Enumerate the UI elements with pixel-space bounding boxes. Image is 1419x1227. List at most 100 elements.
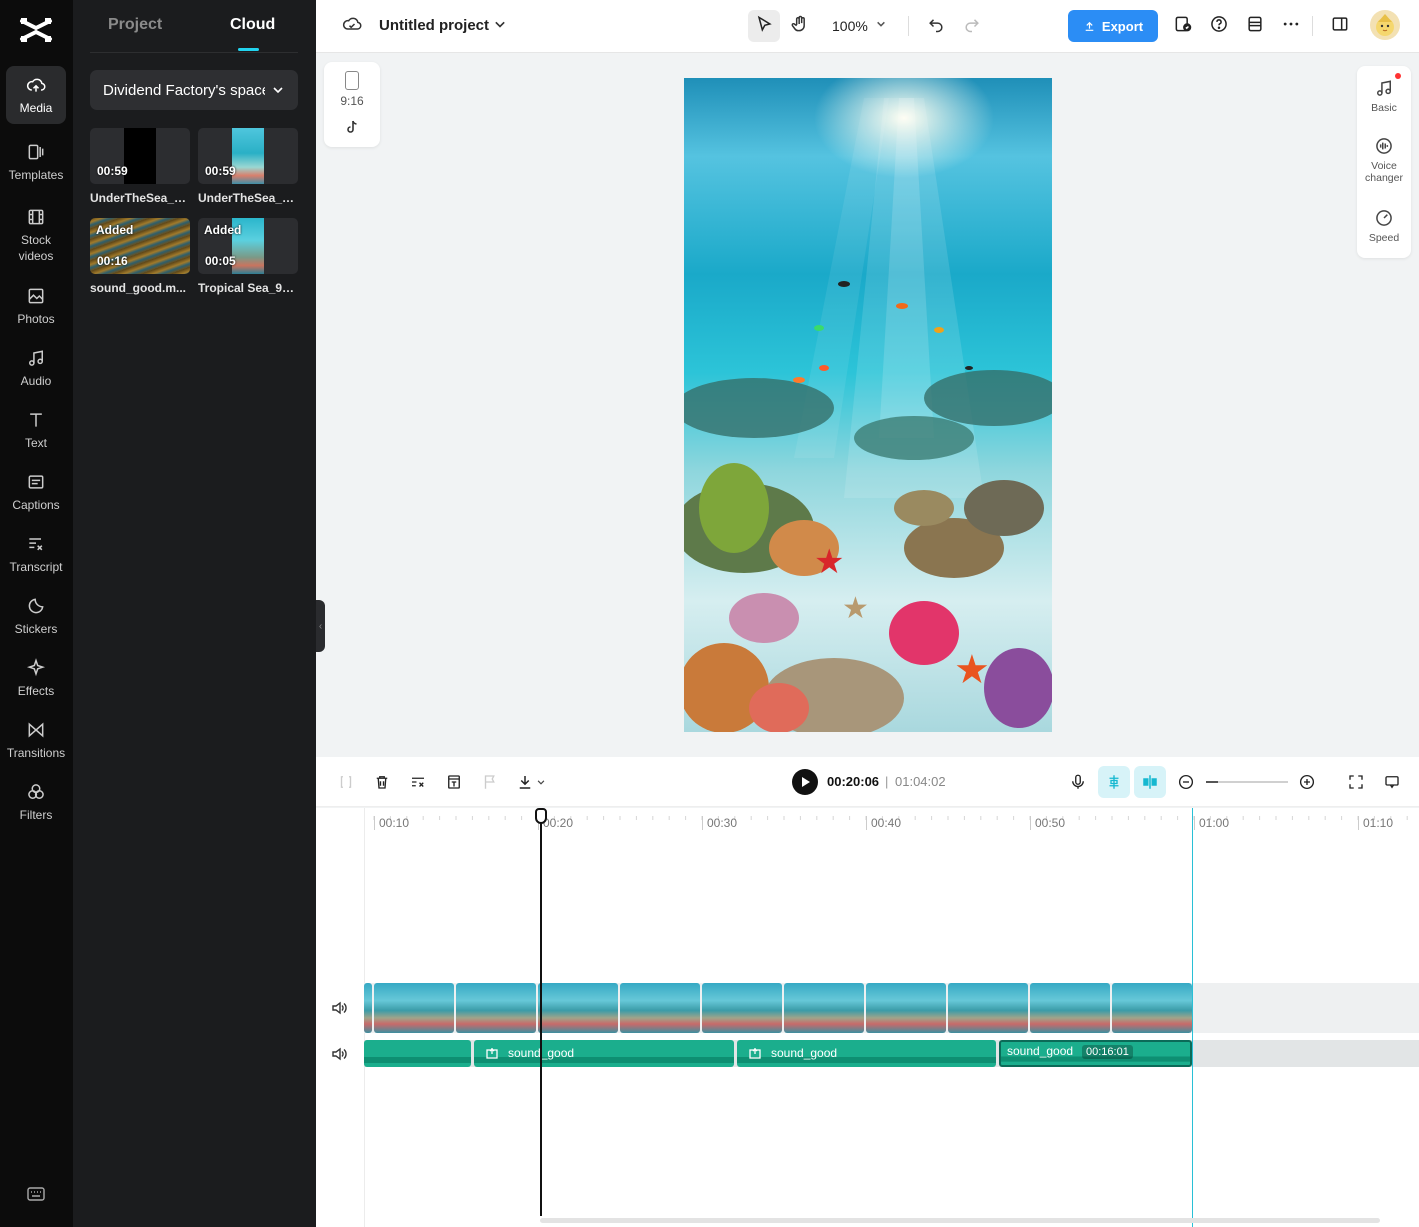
media-item[interactable]: Added 00:05 Tropical Sea_91...: [198, 218, 298, 295]
tab-project[interactable]: Project: [108, 16, 162, 34]
media-thumbnail[interactable]: Added 00:16: [90, 218, 190, 274]
media-item[interactable]: 00:59 UnderTheSea_9...: [198, 128, 298, 205]
track-volume-icon[interactable]: [331, 1046, 347, 1062]
rail-item-media[interactable]: Media: [6, 66, 66, 124]
filters-icon: [28, 783, 44, 799]
capcut-logo-icon[interactable]: [18, 14, 54, 46]
rail-label: Media: [19, 100, 53, 115]
video-frame-thumbnail: [374, 983, 454, 1033]
rail-item-effects[interactable]: Effects: [6, 649, 66, 707]
split-icon[interactable]: [336, 772, 356, 792]
timeline-zoom-slider[interactable]: [1206, 781, 1288, 783]
video-frame-thumbnail: [866, 983, 946, 1033]
svg-text:★: ★: [954, 647, 990, 693]
chevron-down-icon[interactable]: [534, 772, 548, 792]
microphone-icon[interactable]: [1068, 772, 1088, 792]
hand-pan-icon[interactable]: [789, 13, 811, 35]
video-frame-thumbnail: [538, 983, 618, 1033]
rail-item-stickers[interactable]: Stickers: [6, 587, 66, 645]
time-separator: |: [885, 774, 889, 789]
video-clip[interactable]: [364, 983, 1192, 1033]
tool-basic[interactable]: Basic: [1357, 78, 1411, 114]
marker-flag-icon[interactable]: [480, 772, 500, 792]
delete-icon[interactable]: [372, 772, 392, 792]
user-avatar[interactable]: [1370, 10, 1400, 40]
rail-item-text[interactable]: Text: [6, 401, 66, 459]
media-duration: 00:16: [97, 254, 128, 268]
rail-item-transcript[interactable]: Transcript: [6, 525, 66, 583]
rail-label: Stock videos: [18, 232, 54, 263]
audio-clip[interactable]: sound_good: [474, 1040, 734, 1067]
freeze-frame-icon[interactable]: [444, 772, 464, 792]
aspect-ratio-card[interactable]: 9:16: [324, 62, 380, 147]
cloud-sync-icon[interactable]: [341, 13, 363, 35]
project-title[interactable]: Untitled project: [379, 17, 489, 34]
rail-item-templates[interactable]: Templates: [6, 133, 66, 191]
voice-changer-icon: [1376, 138, 1392, 154]
space-selector-label: Dividend Factory's space: [103, 81, 265, 99]
rail-item-photos[interactable]: Photos: [6, 277, 66, 335]
layers-icon[interactable]: [1244, 13, 1266, 35]
panel-collapse-handle[interactable]: ‹: [316, 600, 325, 652]
review-icon[interactable]: [1172, 13, 1194, 35]
timeline-horizontal-scrollbar[interactable]: [540, 1218, 1380, 1223]
help-icon[interactable]: [1208, 13, 1230, 35]
trim-icon[interactable]: [408, 772, 428, 792]
tiktok-icon[interactable]: [345, 120, 359, 134]
rail-label: Transitions: [6, 745, 66, 760]
layout-panel-icon[interactable]: [1329, 13, 1351, 35]
captions-icon: [28, 474, 44, 489]
export-button[interactable]: Export: [1068, 10, 1158, 42]
rail-item-audio[interactable]: Audio: [6, 339, 66, 397]
media-thumbnail[interactable]: 00:59: [198, 128, 298, 184]
tool-speed[interactable]: Speed: [1357, 208, 1411, 244]
video-frame-thumbnail: [364, 983, 372, 1033]
zoom-in-icon[interactable]: [1297, 772, 1317, 792]
more-options-icon[interactable]: [1280, 13, 1302, 35]
keyboard-icon[interactable]: [27, 1187, 45, 1201]
download-icon[interactable]: [515, 772, 535, 792]
tab-cloud[interactable]: Cloud: [230, 16, 275, 34]
text-icon: [30, 412, 42, 427]
media-name: UnderTheSea_9...: [198, 191, 298, 205]
rail-item-filters[interactable]: Filters: [6, 773, 66, 831]
timeline-end-marker: [1192, 808, 1193, 1227]
audio-clip[interactable]: sound_good: [737, 1040, 996, 1067]
media-thumbnail[interactable]: Added 00:05: [198, 218, 298, 274]
split-link-icon: [1143, 775, 1157, 789]
chevron-down-icon[interactable]: [489, 13, 511, 35]
media-item[interactable]: 00:59 UnderTheSea_9...: [90, 128, 190, 205]
linkage-button[interactable]: [1134, 766, 1166, 798]
svg-text:★: ★: [814, 542, 844, 582]
redo-icon[interactable]: [961, 13, 983, 35]
playhead[interactable]: [540, 808, 542, 1216]
media-thumbnail[interactable]: 00:59: [90, 128, 190, 184]
total-duration: 01:04:02: [895, 774, 946, 789]
rail-label: Audio: [20, 373, 52, 388]
select-pointer-icon[interactable]: [753, 13, 775, 35]
undo-icon[interactable]: [925, 13, 947, 35]
fullscreen-icon[interactable]: [1346, 772, 1366, 792]
rail-item-captions[interactable]: Captions: [6, 463, 66, 521]
zoom-out-icon[interactable]: [1176, 772, 1196, 792]
comment-icon[interactable]: [1382, 772, 1402, 792]
auto-snap-button[interactable]: [1098, 766, 1130, 798]
media-panel: Project Cloud Dividend Factory's space 0…: [73, 0, 316, 1227]
media-item[interactable]: Added 00:16 sound_good.m...: [90, 218, 190, 295]
track-volume-icon[interactable]: [331, 1000, 347, 1016]
zoom-level[interactable]: 100%: [832, 18, 868, 34]
tool-voice-changer[interactable]: Voice changer: [1357, 136, 1411, 184]
audio-clip[interactable]: [364, 1040, 471, 1067]
timeline[interactable]: 00:10 00:20 00:30 00:40 00:50 01:00 01:1…: [316, 808, 1419, 1227]
svg-text:★: ★: [842, 591, 869, 626]
space-selector[interactable]: Dividend Factory's space: [90, 70, 298, 110]
chevron-down-icon[interactable]: [870, 13, 892, 35]
playhead-handle[interactable]: [535, 808, 547, 824]
underwater-scene-image: ★ ★ ★: [684, 78, 1052, 732]
toolbar-divider: [1312, 16, 1313, 36]
audio-clip-selected[interactable]: sound_good 00:16:01: [999, 1040, 1192, 1067]
rail-item-stock-videos[interactable]: Stock videos: [6, 200, 66, 270]
rail-item-transitions[interactable]: Transitions: [6, 711, 66, 769]
video-preview[interactable]: ★ ★ ★: [684, 78, 1052, 732]
play-button[interactable]: [792, 769, 818, 795]
